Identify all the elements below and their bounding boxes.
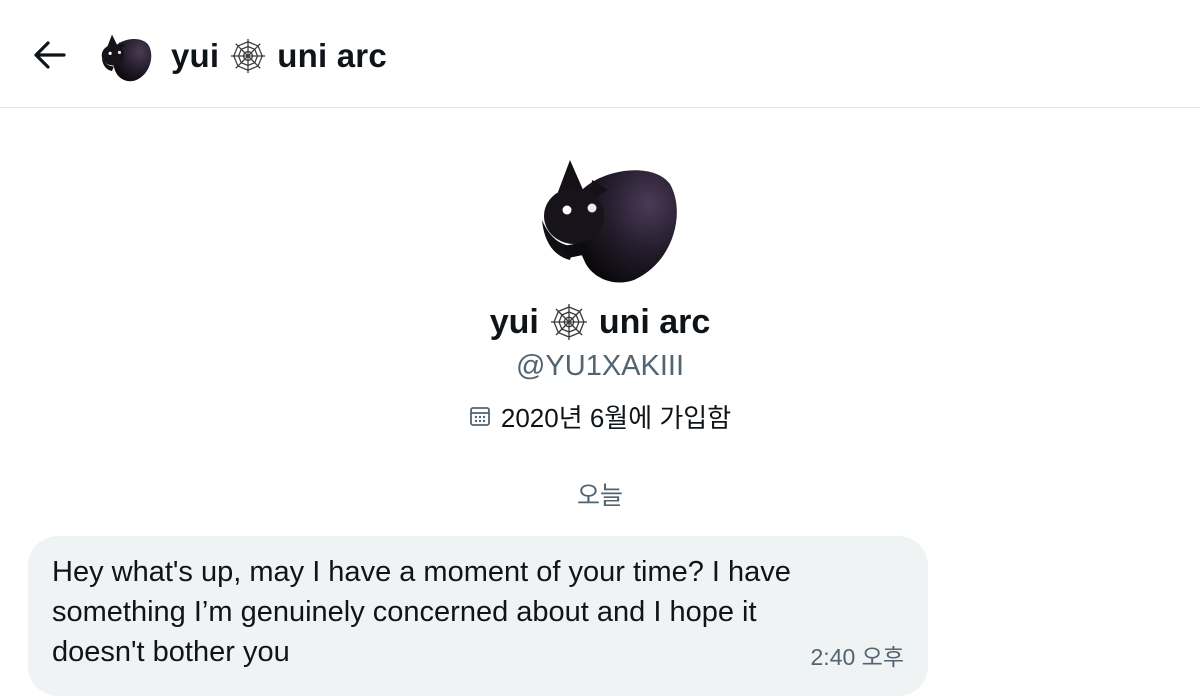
- header-name-part1: yui: [171, 37, 220, 74]
- conversation-header: yui uni arc: [0, 0, 1200, 108]
- message-time: 2:40 오후: [810, 644, 904, 670]
- profile-avatar[interactable]: [534, 150, 684, 290]
- profile-name: yui uni arc: [490, 298, 711, 346]
- calendar-icon: [469, 407, 490, 426]
- spider-web-icon: [549, 302, 589, 342]
- profile-name-part1: yui: [489, 302, 539, 341]
- header-title: yui uni arc: [171, 30, 387, 82]
- avatar[interactable]: [98, 30, 154, 86]
- message-bubble[interactable]: Hey what's up, may I have a moment of yo…: [28, 536, 928, 696]
- day-separator: 오늘: [576, 482, 623, 510]
- profile-card: yui uni arc @YU1XAKIII 2020년 6월에 가입함: [0, 150, 1200, 434]
- joined-date: 2020년 6월에 가입함: [469, 398, 731, 434]
- back-button[interactable]: [28, 36, 70, 74]
- profile-handle[interactable]: @YU1XAKIII: [516, 346, 684, 386]
- arrow-left-icon: [34, 41, 66, 69]
- joined-text: 2020년 6월에 가입함: [500, 402, 732, 433]
- header-name-part2: uni arc: [277, 37, 387, 74]
- spider-web-icon: [229, 37, 267, 75]
- profile-name-part2: uni arc: [598, 302, 711, 341]
- message-text: Hey what's up, may I have a moment of yo…: [52, 556, 791, 668]
